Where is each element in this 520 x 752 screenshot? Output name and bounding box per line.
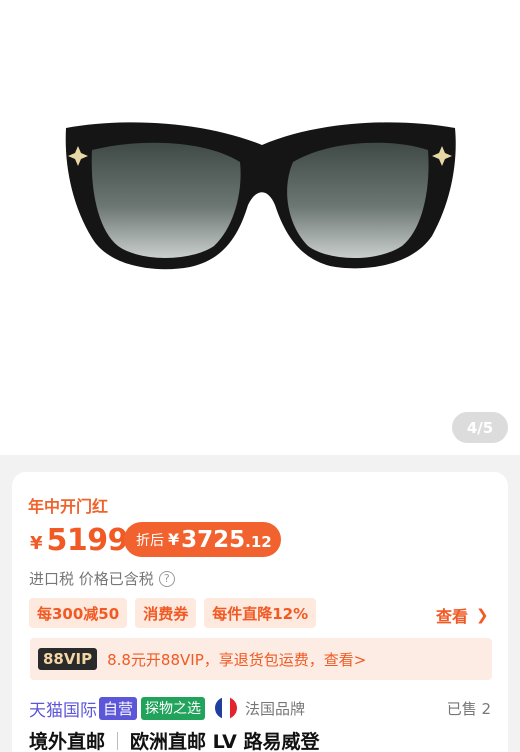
- self-operated-badge: 自营: [99, 696, 138, 720]
- tmall-global-logo: 天猫国际: [29, 700, 97, 721]
- discounted-price-badge: 折后 ¥ 3725 .12: [124, 522, 281, 557]
- image-counter: 4/5: [452, 412, 508, 443]
- product-info-card: 年中开门红 ¥ 5199 折后 ¥ 3725 .12 进口税 价格已含税 ? 每…: [12, 472, 508, 752]
- sunglasses-product-image: [65, 122, 456, 270]
- see-more-label: 查看: [436, 607, 469, 626]
- discount-integer: 3725: [181, 526, 246, 553]
- shipping-tag: 境外直邮: [29, 731, 106, 752]
- france-flag-icon: [215, 697, 237, 719]
- vip-text: 8.8元开88VIP，享退货包运费，查看>: [107, 650, 367, 669]
- chevron-right-icon: ❯: [476, 606, 489, 624]
- discount-currency: ¥: [168, 530, 180, 549]
- price-row: ¥ 5199: [30, 520, 129, 560]
- promo-title: 年中开门红: [28, 497, 109, 516]
- coupon-tag[interactable]: 每300减50: [29, 598, 128, 628]
- product-name: 欧洲直邮 LV 路易威登: [130, 731, 320, 752]
- coupon-tags: 每300减50 消费券 每件直降12%: [29, 598, 324, 628]
- product-image-gallery[interactable]: 4/5: [0, 0, 520, 455]
- divider: [117, 731, 119, 750]
- discount-decimal: .12: [245, 533, 272, 551]
- currency-symbol: ¥: [30, 532, 43, 554]
- product-title: 境外直邮 欧洲直邮 LV 路易威登: [29, 727, 319, 752]
- coupon-tag[interactable]: 每件直降12%: [204, 598, 317, 628]
- question-circle-icon[interactable]: ?: [158, 570, 175, 587]
- curated-badge: 探物之选: [141, 696, 206, 720]
- price-value: 5199: [46, 522, 129, 558]
- vip-banner[interactable]: 88VIP 8.8元开88VIP，享退货包运费，查看>: [30, 638, 492, 680]
- see-coupons-link[interactable]: 查看 ❯: [436, 603, 489, 627]
- tax-info[interactable]: 进口税 价格已含税 ?: [29, 568, 175, 589]
- vip-badge: 88VIP: [38, 648, 98, 670]
- discount-label: 折后: [136, 532, 164, 549]
- coupon-tag[interactable]: 消费券: [135, 598, 197, 628]
- brand-origin: 法国品牌: [245, 699, 306, 718]
- shop-row: 天猫国际 自营 探物之选 法国品牌 已售 2: [29, 694, 491, 722]
- tax-text: 进口税 价格已含税: [29, 570, 154, 588]
- sold-count: 已售 2: [446, 699, 491, 718]
